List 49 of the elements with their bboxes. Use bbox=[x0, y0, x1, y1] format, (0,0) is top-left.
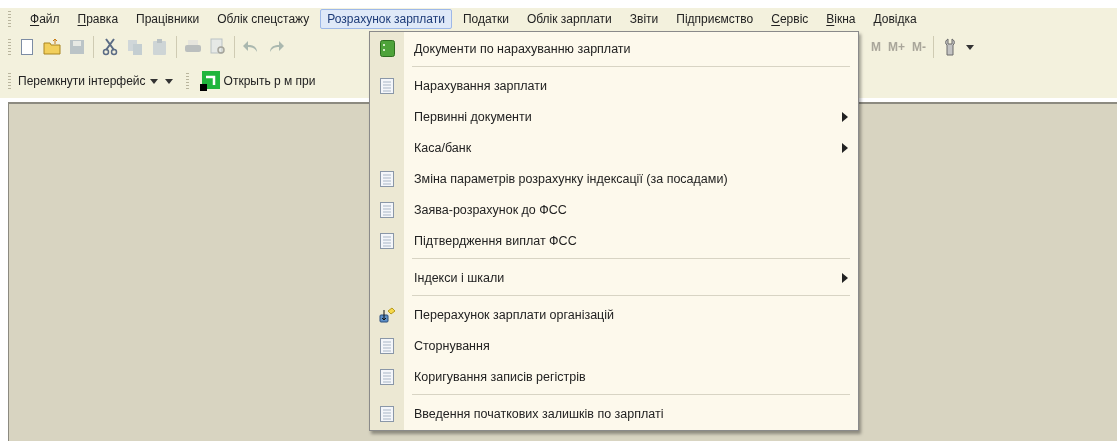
menu-entry[interactable]: Сторнування bbox=[370, 330, 858, 361]
paste-icon[interactable] bbox=[151, 38, 169, 56]
menu-entry[interactable]: Індекси і шкали bbox=[370, 262, 858, 293]
menu-item[interactable]: Довідка bbox=[866, 9, 924, 29]
menu-entry[interactable]: Каса/банк bbox=[370, 132, 858, 163]
copy-icon[interactable] bbox=[126, 38, 144, 56]
menu-item[interactable]: Вікна bbox=[819, 9, 863, 29]
folder-icon[interactable] bbox=[43, 38, 61, 56]
scissors-icon[interactable] bbox=[101, 38, 119, 56]
menu-item[interactable]: Податки bbox=[456, 9, 516, 29]
new-document-icon[interactable] bbox=[18, 38, 36, 56]
submenu-arrow-icon bbox=[842, 111, 848, 122]
save-icon[interactable] bbox=[68, 38, 86, 56]
menu-entry[interactable]: Перерахунок зарплати організацій bbox=[370, 299, 858, 330]
menu-item[interactable]: Файл bbox=[23, 9, 67, 29]
toolbar-options-caret-icon bbox=[966, 44, 974, 50]
document-icon bbox=[380, 232, 394, 249]
switch-interface-button[interactable]: Перемкнути інтерфейс bbox=[18, 74, 158, 88]
menu-item[interactable]: Розрахунок зарплати bbox=[320, 9, 452, 29]
menu-entry[interactable]: Первинні документи bbox=[370, 101, 858, 132]
menu-item[interactable]: Звіти bbox=[622, 9, 666, 29]
menu-item[interactable]: Облік зарплати bbox=[519, 9, 619, 29]
document-icon bbox=[380, 405, 394, 422]
menu-item[interactable]: Підприємство bbox=[669, 9, 761, 29]
document-icon bbox=[380, 77, 394, 94]
menu-item[interactable]: Працівники bbox=[129, 9, 207, 29]
menu-item[interactable]: Облік спецстажу bbox=[210, 9, 317, 29]
menu-entry[interactable]: Документи по нарахуванню зарплати bbox=[370, 33, 858, 64]
menu-item[interactable]: Сервіс bbox=[764, 9, 816, 29]
caret-icon bbox=[149, 78, 158, 84]
submenu-arrow-icon bbox=[842, 142, 848, 153]
process-icon bbox=[378, 306, 396, 323]
document-icon bbox=[380, 170, 394, 187]
document-icon bbox=[380, 201, 394, 218]
submenu-arrow-icon bbox=[842, 272, 848, 283]
menu-entry[interactable]: Заява-розрахунок до ФСС bbox=[370, 194, 858, 225]
menu-entry[interactable]: Коригування записів регістрів bbox=[370, 361, 858, 392]
menu-item[interactable]: Правка bbox=[70, 9, 126, 29]
logo-icon bbox=[199, 71, 220, 91]
menu-entry[interactable]: Підтвердження виплат ФСС bbox=[370, 225, 858, 256]
menu-entry[interactable]: Нарахування зарплати bbox=[370, 70, 858, 101]
document-icon bbox=[380, 337, 394, 354]
toolbar-options-caret-icon bbox=[164, 78, 173, 84]
menu-entry[interactable]: Введення початкових залишків по зарплаті bbox=[370, 398, 858, 429]
open-button[interactable]: Открыть р м при bbox=[199, 71, 316, 91]
book-icon bbox=[379, 40, 395, 57]
print-preview-icon[interactable] bbox=[209, 38, 227, 56]
document-icon bbox=[380, 368, 394, 385]
menu-entry[interactable]: Зміна параметрів розрахунку індексації (за посадами) bbox=[370, 163, 858, 194]
